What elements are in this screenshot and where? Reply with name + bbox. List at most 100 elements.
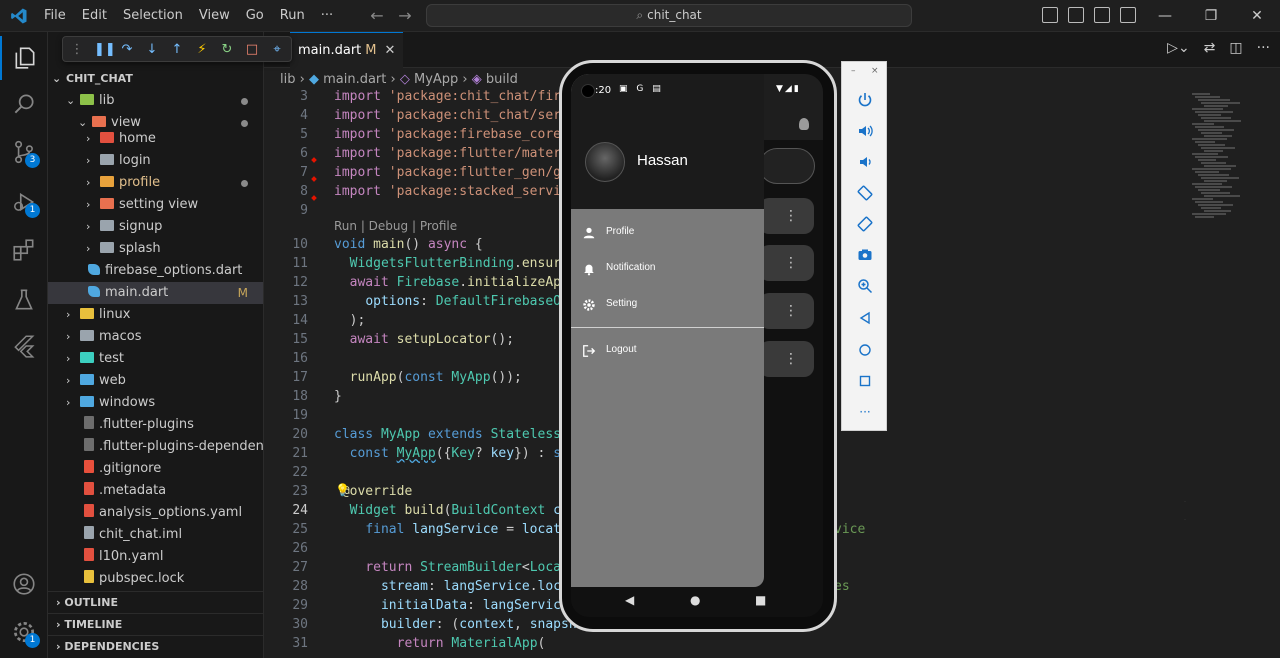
- hot-reload-icon[interactable]: ⚡: [194, 42, 210, 57]
- breadcrumb-class[interactable]: MyApp: [414, 72, 458, 87]
- menu-selection[interactable]: Selection: [115, 0, 191, 32]
- split-editor-icon[interactable]: ◫: [1229, 40, 1242, 56]
- zoom-button[interactable]: [854, 275, 876, 297]
- more-actions-icon[interactable]: ···: [1257, 40, 1270, 56]
- tree-item[interactable]: chit_chat.iml: [48, 524, 263, 546]
- emulator-close-icon[interactable]: ×: [871, 66, 879, 76]
- close-window-icon[interactable]: ✕: [1234, 0, 1280, 32]
- rotate-left-button[interactable]: [854, 182, 876, 204]
- run-icon[interactable]: ▷⌄: [1167, 40, 1190, 56]
- phone-screen[interactable]: ⋮ ⋮ ⋮ ⋮ Hassan Profile Notification Sett…: [571, 74, 823, 617]
- tree-item[interactable]: analysis_options.yaml: [48, 502, 263, 524]
- tree-item[interactable]: firebase_options.dart: [48, 260, 263, 282]
- search-activity[interactable]: [0, 82, 48, 126]
- outline-section[interactable]: › OUTLINE: [48, 591, 263, 613]
- emulator-home-button[interactable]: [854, 339, 876, 361]
- nav-back-icon[interactable]: ◀: [625, 593, 634, 607]
- run-debug-activity[interactable]: 1: [0, 180, 48, 224]
- tree-item[interactable]: › splash: [48, 238, 263, 260]
- minimap[interactable]: [1186, 89, 1280, 658]
- step-over-icon[interactable]: ↷: [119, 42, 135, 57]
- source-control-activity[interactable]: 3: [0, 130, 48, 174]
- explorer-activity[interactable]: [0, 36, 48, 80]
- volume-up-button[interactable]: [854, 120, 876, 142]
- menu-file[interactable]: File: [36, 0, 74, 32]
- tree-item[interactable]: › home: [48, 128, 263, 150]
- menu-go[interactable]: Go: [238, 0, 272, 32]
- more-vert-icon[interactable]: ⋮: [784, 351, 798, 367]
- chat-list-item[interactable]: ⋮: [759, 198, 814, 234]
- explorer-root[interactable]: ⌄ CHIT_CHAT: [48, 68, 263, 90]
- more-vert-icon[interactable]: ⋮: [784, 303, 798, 319]
- screenshot-button[interactable]: [854, 244, 876, 266]
- tree-item[interactable]: › profile: [48, 172, 263, 194]
- compare-icon[interactable]: ⇄: [1204, 40, 1216, 56]
- tree-item[interactable]: › login: [48, 150, 263, 172]
- accounts-activity[interactable]: [0, 562, 48, 606]
- timeline-section[interactable]: › TIMELINE: [48, 613, 263, 635]
- drawer-item-profile[interactable]: Profile: [571, 215, 764, 251]
- drawer-item-setting[interactable]: Setting: [571, 287, 764, 323]
- codelens-run-debug[interactable]: Run | Debug | Profile: [334, 219, 457, 233]
- customize-layout-icon[interactable]: [1120, 7, 1136, 23]
- more-vert-icon[interactable]: ⋮: [784, 208, 798, 224]
- menu-edit[interactable]: Edit: [74, 0, 115, 32]
- tree-item[interactable]: ⌄ lib: [48, 90, 263, 112]
- lightbulb-icon[interactable]: 💡: [335, 483, 350, 497]
- rotate-right-button[interactable]: [854, 213, 876, 235]
- breadcrumb-folder[interactable]: lib: [280, 72, 295, 87]
- tree-item[interactable]: › setting view: [48, 194, 263, 216]
- pause-icon[interactable]: ❚❚: [94, 42, 116, 57]
- tree-item[interactable]: .metadata: [48, 480, 263, 502]
- more-vert-icon[interactable]: ⋮: [784, 255, 798, 271]
- minimize-window-icon[interactable]: —: [1142, 0, 1188, 32]
- app-search-field[interactable]: [759, 148, 815, 184]
- stop-icon[interactable]: □: [244, 42, 260, 57]
- menu-view[interactable]: View: [191, 0, 238, 32]
- command-center-search[interactable]: ⌕ chit_chat: [426, 4, 912, 27]
- emulator-minimize-icon[interactable]: –: [851, 66, 856, 76]
- forward-arrow-icon[interactable]: →: [396, 6, 414, 26]
- manage-activity[interactable]: 1: [0, 610, 48, 654]
- drawer-item-logout[interactable]: Logout: [571, 333, 764, 369]
- restart-icon[interactable]: ↻: [219, 42, 235, 57]
- devtools-icon[interactable]: ⌖: [269, 42, 285, 57]
- tree-item[interactable]: .flutter-plugins: [48, 414, 263, 436]
- toggle-primary-sidebar-icon[interactable]: [1042, 7, 1058, 23]
- flutter-activity[interactable]: [0, 324, 48, 368]
- tree-item[interactable]: pubspec.lock: [48, 568, 263, 590]
- toggle-panel-icon[interactable]: [1068, 7, 1084, 23]
- chat-list-item[interactable]: ⋮: [759, 341, 814, 377]
- nav-recents-icon[interactable]: ■: [755, 593, 766, 607]
- restore-window-icon[interactable]: ❐: [1188, 0, 1234, 32]
- tree-item[interactable]: .flutter-plugins-dependen...: [48, 436, 263, 458]
- breadcrumb-file[interactable]: main.dart: [323, 72, 386, 87]
- theme-toggle-icon[interactable]: [799, 118, 809, 130]
- testing-activity[interactable]: [0, 278, 48, 322]
- tree-item[interactable]: › linux: [48, 304, 263, 326]
- menu-more[interactable]: ···: [313, 0, 341, 32]
- tree-item[interactable]: › signup: [48, 216, 263, 238]
- chat-list-item[interactable]: ⋮: [759, 245, 814, 281]
- emulator-overview-button[interactable]: [854, 370, 876, 392]
- step-out-icon[interactable]: ↑: [169, 42, 185, 57]
- nav-home-icon[interactable]: ●: [690, 593, 700, 607]
- tree-item[interactable]: › test: [48, 348, 263, 370]
- close-icon[interactable]: ✕: [385, 43, 396, 58]
- tree-item[interactable]: l10n.yaml: [48, 546, 263, 568]
- drag-handle-icon[interactable]: ⋮: [69, 42, 85, 57]
- step-into-icon[interactable]: ↓: [144, 42, 160, 57]
- tree-item[interactable]: › macos: [48, 326, 263, 348]
- extensions-activity[interactable]: [0, 228, 48, 272]
- breadcrumb-method[interactable]: build: [486, 72, 518, 87]
- dependencies-section[interactable]: › DEPENDENCIES: [48, 635, 263, 657]
- tree-item[interactable]: › windows: [48, 392, 263, 414]
- tab-main-dart[interactable]: main.dart M ✕: [290, 32, 404, 68]
- emulator-more-button[interactable]: ···: [854, 401, 876, 423]
- power-button[interactable]: [854, 89, 876, 111]
- tree-item[interactable]: .gitignore: [48, 458, 263, 480]
- avatar[interactable]: [585, 142, 625, 182]
- chat-list-item[interactable]: ⋮: [759, 293, 814, 329]
- back-arrow-icon[interactable]: ←: [368, 6, 386, 26]
- drawer-item-notification[interactable]: Notification: [571, 251, 764, 287]
